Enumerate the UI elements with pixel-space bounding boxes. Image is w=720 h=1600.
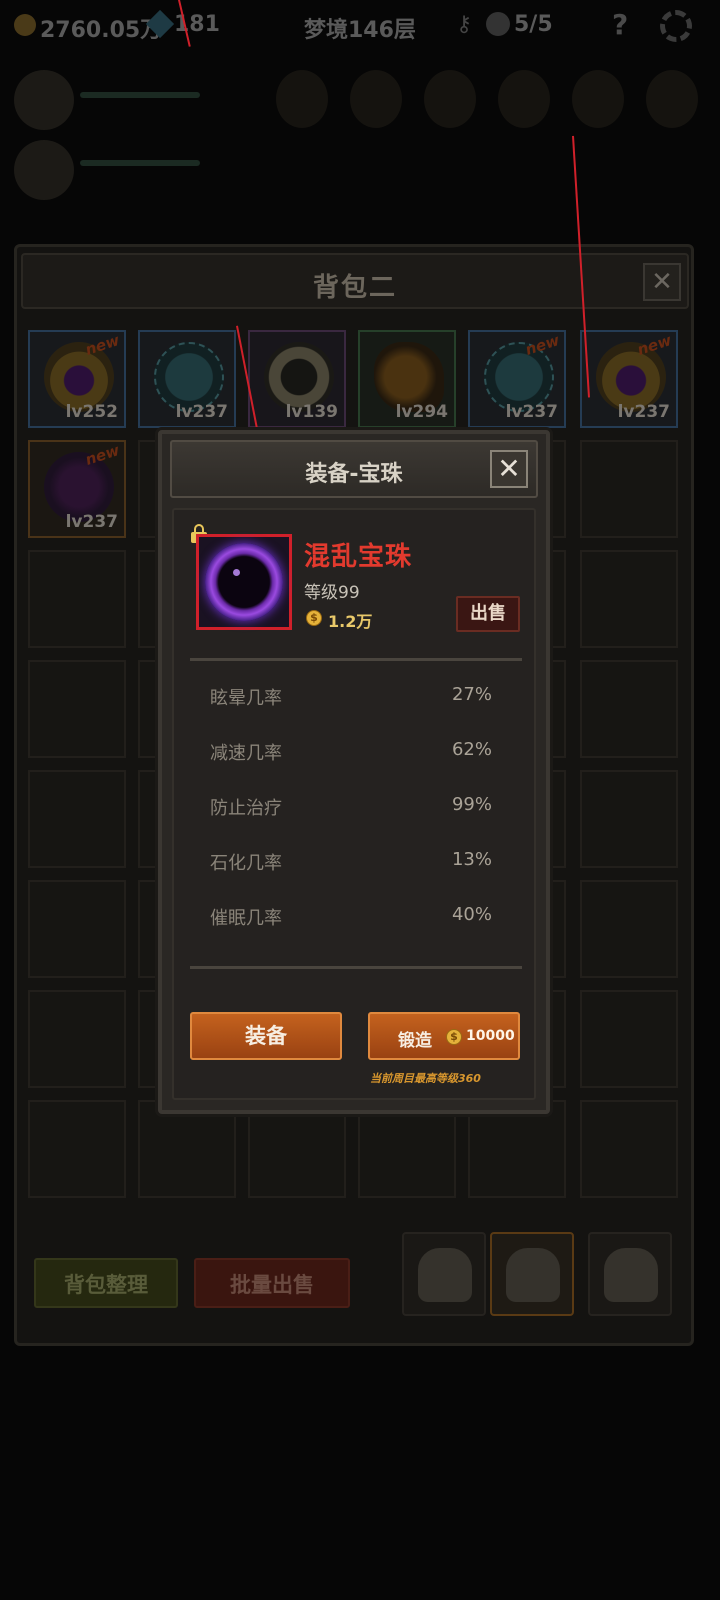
skull-count: 5/5	[514, 12, 553, 37]
help-button[interactable]: ?	[612, 8, 628, 41]
inventory-slot[interactable]	[580, 880, 678, 978]
inventory-slot[interactable]: new lv237	[468, 330, 566, 428]
sell-button[interactable]: 出售	[456, 596, 520, 632]
equip-button[interactable]: 装备	[190, 1012, 342, 1060]
orb-highlight	[233, 569, 240, 576]
inventory-slot[interactable]: lv294	[358, 330, 456, 428]
item-level-label: lv237	[65, 512, 118, 532]
item-detail-dialog: 装备-宝珠 ✕ 混乱宝珠 等级99 $ 1.2万 出售 眩晕几率 27% 减速几率 6…	[158, 430, 550, 1114]
inventory-slot[interactable]: new lv237	[28, 440, 126, 538]
stat-row: 眩晕几率 27%	[210, 684, 492, 714]
item-name: 混乱宝珠	[304, 542, 413, 572]
chaos-orb-icon	[205, 543, 283, 621]
item-level-label: lv294	[395, 402, 448, 422]
forge-button[interactable]: 锻造 $ 10000	[368, 1012, 520, 1060]
item-level-label: lv252	[65, 402, 118, 422]
settings-gear-icon[interactable]	[660, 10, 692, 42]
stat-label: 催眠几率	[210, 908, 282, 929]
batch-sell-button[interactable]: 批量出售	[194, 1258, 350, 1308]
max-level-note: 当前周目最高等级360	[370, 1072, 481, 1085]
hero-portrait[interactable]	[14, 70, 74, 130]
gold-amount: 2760.05万	[40, 18, 163, 43]
equip-slot[interactable]	[424, 70, 476, 128]
item-level-label: lv139	[285, 402, 338, 422]
divider	[190, 658, 522, 661]
inventory-slot[interactable]: new lv252	[28, 330, 126, 428]
stat-value: 40%	[451, 904, 492, 925]
dialog-header: 装备-宝珠 ✕	[170, 440, 538, 498]
item-level-label: lv237	[505, 402, 558, 422]
equip-slot[interactable]	[498, 70, 550, 128]
stat-value: 99%	[451, 794, 492, 815]
backpack-icon	[604, 1248, 658, 1302]
inventory-slot[interactable]	[28, 880, 126, 978]
stat-row: 石化几率 13%	[210, 849, 492, 879]
dream-floor-label: 梦境146层	[304, 18, 416, 43]
stat-value: 13%	[451, 849, 492, 870]
inventory-slot[interactable]	[28, 660, 126, 758]
forge-cost: 10000	[466, 1028, 515, 1044]
forge-label: 锻造	[398, 1031, 432, 1051]
gold-coin-icon: $	[446, 1029, 462, 1045]
equip-slot[interactable]	[276, 70, 328, 128]
inventory-slot[interactable]	[580, 1100, 678, 1198]
backpack-tab-1[interactable]	[402, 1232, 486, 1316]
stat-label: 防止治疗	[210, 798, 282, 819]
key-icon: ⚷	[456, 12, 473, 37]
equip-slot[interactable]	[646, 70, 698, 128]
inventory-slot[interactable]	[468, 1100, 566, 1198]
equip-slot[interactable]	[572, 70, 624, 128]
inventory-slot[interactable]	[580, 990, 678, 1088]
dialog-body: 混乱宝珠 等级99 $ 1.2万 出售 眩晕几率 27% 减速几率 62% 防止治疗 99…	[172, 508, 536, 1100]
equip-slot[interactable]	[350, 70, 402, 128]
backpack-close-button[interactable]: ✕	[643, 263, 681, 301]
game-screen: 2760.05万 181 梦境146层 ⚷ 5/5 ? 背包二 ✕ new lv2…	[0, 0, 720, 1600]
inventory-slot[interactable]	[580, 660, 678, 758]
stat-label: 石化几率	[210, 853, 282, 874]
stat-value: 27%	[451, 684, 492, 705]
inventory-slot[interactable]	[28, 1100, 126, 1198]
inventory-slot[interactable]	[248, 1100, 346, 1198]
hero-hp-bar	[80, 160, 200, 166]
gold-coin-icon: $	[306, 610, 322, 626]
inventory-slot[interactable]	[138, 1100, 236, 1198]
inventory-slot[interactable]	[580, 550, 678, 648]
inventory-slot[interactable]	[28, 550, 126, 648]
divider	[190, 966, 522, 969]
item-icon-frame	[196, 534, 292, 630]
item-sell-price: 1.2万	[328, 612, 373, 631]
item-level-label: lv237	[617, 402, 670, 422]
item-level: 等级99	[304, 583, 360, 603]
backpack-header: 背包二 ✕	[21, 253, 689, 309]
skull-icon	[486, 12, 510, 36]
inventory-slot[interactable]	[580, 440, 678, 538]
stat-label: 眩晕几率	[210, 688, 282, 709]
stat-row: 催眠几率 40%	[210, 904, 492, 934]
stat-value: 62%	[451, 739, 492, 760]
stat-row: 防止治疗 99%	[210, 794, 492, 824]
inventory-slot[interactable]	[580, 770, 678, 868]
inventory-slot[interactable]: lv237	[138, 330, 236, 428]
inventory-slot[interactable]	[28, 990, 126, 1088]
sort-backpack-button[interactable]: 背包整理	[34, 1258, 178, 1308]
top-hud: 2760.05万 181 梦境146层 ⚷ 5/5 ?	[0, 0, 720, 52]
backpack-tab-2[interactable]	[490, 1232, 574, 1316]
inventory-slot[interactable]	[358, 1100, 456, 1198]
hero-portrait[interactable]	[14, 140, 74, 200]
dialog-close-button[interactable]: ✕	[490, 450, 528, 488]
inventory-slot[interactable]	[28, 770, 126, 868]
stat-row: 减速几率 62%	[210, 739, 492, 769]
backpack-icon	[418, 1248, 472, 1302]
backpack-tab-3[interactable]	[588, 1232, 672, 1316]
stat-label: 减速几率	[210, 743, 282, 764]
backpack-icon	[506, 1248, 560, 1302]
hero-hp-bar	[80, 92, 200, 98]
inventory-slot[interactable]: new lv237	[580, 330, 678, 428]
inventory-slot[interactable]: lv139	[248, 330, 346, 428]
gold-coin-icon	[14, 14, 36, 36]
backpack-title: 背包二	[312, 273, 397, 303]
dialog-title: 装备-宝珠	[305, 462, 403, 487]
item-level-label: lv237	[175, 402, 228, 422]
